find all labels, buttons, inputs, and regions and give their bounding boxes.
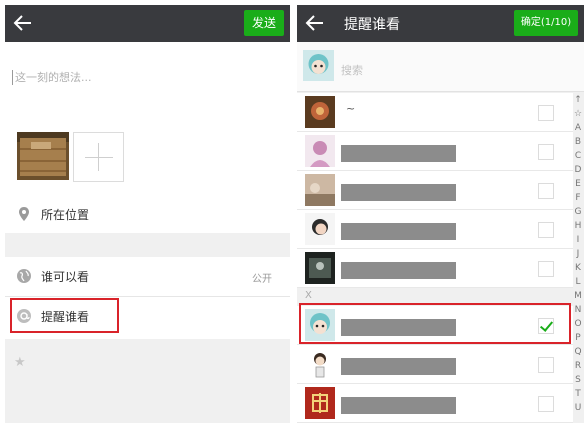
index-letter[interactable]: N [573,303,583,317]
index-letter[interactable]: U [573,401,583,415]
contact-row[interactable] [297,345,573,384]
index-letter[interactable]: S [573,373,583,387]
index-letter[interactable]: G [573,205,583,219]
contact-avatar [305,348,335,380]
contact-checkbox[interactable] [538,261,554,277]
index-letter[interactable]: F [573,191,583,205]
contact-checkbox[interactable] [538,357,554,373]
search-bar[interactable]: 搜索 [297,42,584,92]
contact-checkbox[interactable] [538,183,554,199]
compose-area: 这一刻的想法... [5,42,290,195]
index-letter[interactable]: ↑ [573,93,583,107]
location-row[interactable]: 所在位置 [5,195,290,233]
photo-thumbnail[interactable] [17,132,69,180]
send-button[interactable]: 发送 [244,10,284,36]
back-arrow-icon[interactable] [303,11,327,35]
index-letter[interactable]: B [573,135,583,149]
contact-avatar [305,96,335,128]
contact-row[interactable] [297,249,573,288]
contact-row[interactable] [297,384,573,423]
contact-name-redacted [341,184,456,201]
contact-avatar [305,387,335,419]
contact-checkbox[interactable] [538,144,554,160]
visibility-value: 公开 [252,274,272,285]
index-letter[interactable]: Q [573,345,583,359]
index-letter[interactable]: ☆ [573,107,583,121]
contact-avatar [305,213,335,245]
contact-avatar [305,174,335,206]
index-letter[interactable]: I [573,233,583,247]
search-input[interactable]: 搜索 [341,62,363,78]
back-arrow-icon[interactable] [11,11,35,35]
contact-row[interactable] [297,132,573,171]
page-title: 提醒谁看 [344,17,400,33]
index-letter[interactable]: M [573,289,583,303]
index-letter[interactable]: O [573,317,583,331]
confirm-button[interactable]: 确定(1/10) [514,10,578,36]
index-letter[interactable]: E [573,177,583,191]
visibility-row[interactable]: 谁可以看 公开 [5,257,290,297]
index-letter[interactable]: L [573,275,583,289]
contact-name-redacted [341,145,456,162]
selected-contact-avatar [303,50,334,81]
contact-checkbox[interactable] [538,222,554,238]
highlight-frame [299,303,571,344]
contact-avatar [305,135,335,167]
index-letter[interactable]: C [573,149,583,163]
visibility-label: 谁可以看 [41,270,90,284]
globe-icon [17,269,31,283]
contact-avatar [305,252,335,284]
thought-input[interactable]: 这一刻的想法... [12,70,272,85]
remind-who-panel: 提醒谁看 确定(1/10) 搜索 ~ X ↑ ☆ A B C D E F G H… [297,5,584,423]
index-letter[interactable]: H [573,219,583,233]
index-letter[interactable]: P [573,331,583,345]
compose-top-bar: 发送 [5,5,290,42]
location-label: 所在位置 [41,208,90,222]
index-letter[interactable]: A [573,121,583,135]
alphabet-index[interactable]: ↑ ☆ A B C D E F G H I J K L M N O P Q R … [573,93,583,415]
contact-name-redacted [341,397,456,414]
contact-row[interactable] [297,210,573,249]
highlight-frame [10,298,119,333]
index-letter[interactable]: R [573,359,583,373]
index-letter[interactable]: T [573,387,583,401]
contact-name: ~ [346,102,356,115]
remind-top-bar: 提醒谁看 确定(1/10) [297,5,584,42]
contact-checkbox[interactable] [538,105,554,121]
index-letter[interactable]: K [573,261,583,275]
contact-row[interactable] [297,171,573,210]
index-letter[interactable]: D [573,163,583,177]
contact-name-redacted [341,262,456,279]
compose-moment-panel: 发送 这一刻的想法... 所在位置 谁可以看 公开 提醒谁看 ★ [5,5,290,423]
index-letter[interactable]: J [573,247,583,261]
star-icon: ★ [14,355,26,370]
contact-checkbox[interactable] [538,396,554,412]
location-pin-icon [19,207,29,221]
add-photo-button[interactable] [73,132,124,182]
contact-row[interactable]: ~ [297,93,573,132]
contact-name-redacted [341,358,456,375]
contact-name-redacted [341,223,456,240]
section-letter: X [305,290,312,301]
